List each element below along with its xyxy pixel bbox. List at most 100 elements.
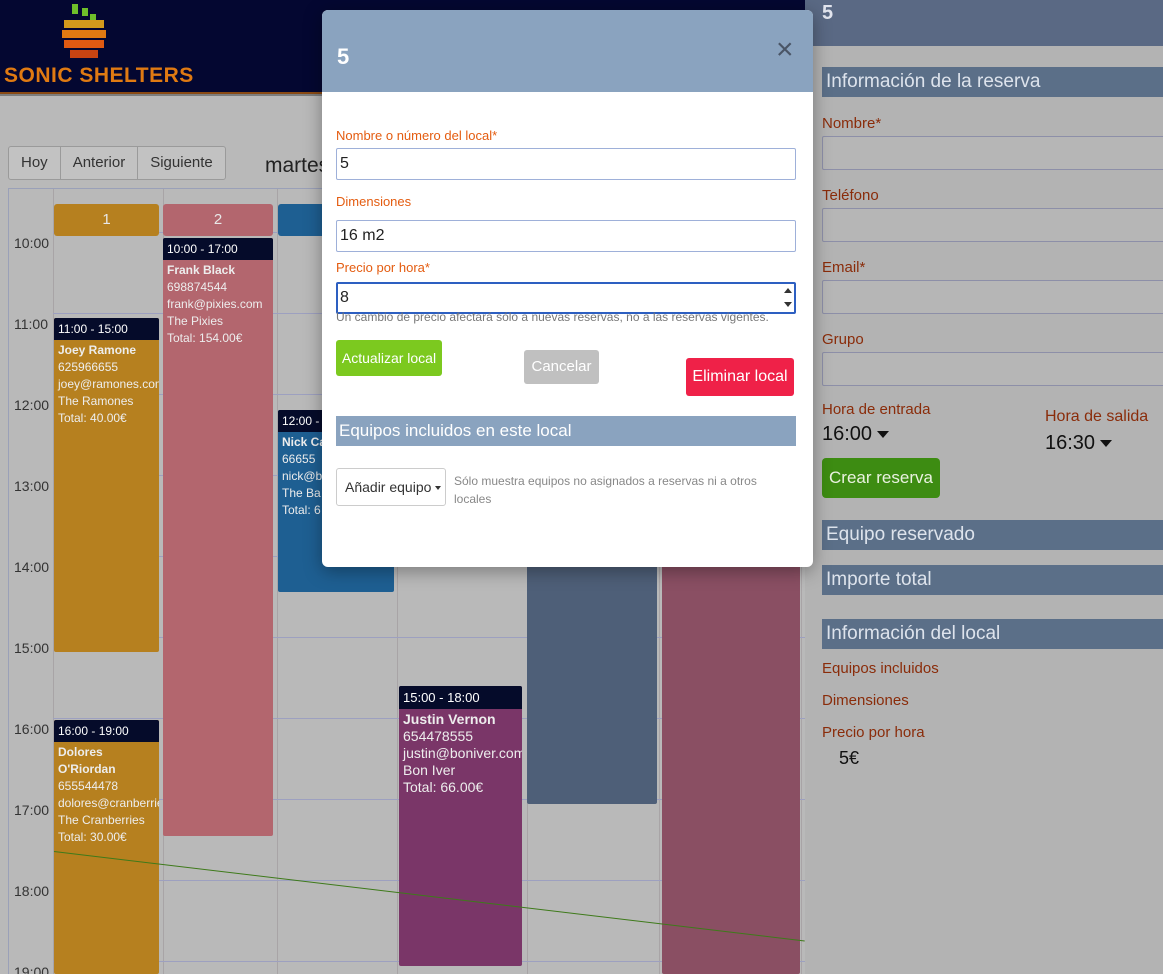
name-label: Nombre* xyxy=(822,115,882,132)
room-header-3[interactable] xyxy=(278,204,328,236)
time-label: 10:00 xyxy=(14,235,50,251)
chevron-down-icon xyxy=(877,431,890,439)
email-label: Email* xyxy=(822,259,866,276)
event-time: 11:00 - 15:00 xyxy=(54,318,159,340)
time-label: 19:00 xyxy=(14,964,50,974)
date-title: martes xyxy=(265,154,330,177)
event-name: Justin Vernon xyxy=(403,711,496,727)
price-value: 8 xyxy=(340,289,349,306)
start-time-label: Hora de entrada xyxy=(822,401,931,418)
time-label: 13:00 xyxy=(14,478,50,494)
price-help-text: Un cambio de precio afectará sólo a nuev… xyxy=(336,310,769,324)
chevron-down-icon xyxy=(1100,440,1113,448)
phone-field[interactable] xyxy=(822,208,1163,242)
name-field[interactable] xyxy=(822,136,1163,170)
delete-room-button[interactable]: Eliminar local xyxy=(686,358,794,396)
price-label: Precio por hora xyxy=(822,724,925,741)
event-joey-ramone[interactable]: 11:00 - 15:00 Joey Ramone 625966655 joey… xyxy=(54,318,159,652)
event-total: Total: 30.00€ xyxy=(58,830,127,844)
end-time-select[interactable]: 16:30 xyxy=(1045,432,1113,455)
event-total: Total: 66.00€ xyxy=(403,779,484,795)
event-phone: 698874544 xyxy=(167,280,228,294)
event-time: 15:00 - 18:00 xyxy=(399,686,522,709)
side-panel-header: 5 xyxy=(805,0,1163,46)
today-button[interactable]: Hoy xyxy=(9,147,61,179)
included-equipment-label: Equipos incluidos xyxy=(822,660,939,677)
dimensions-input[interactable]: 16 m2 xyxy=(336,220,796,252)
event-name: Dolores O'Riordan xyxy=(58,745,116,776)
event-group: The Ramones xyxy=(58,394,134,408)
event-phone: 655544478 xyxy=(58,779,119,793)
group-label: Grupo xyxy=(822,331,864,348)
time-label: 18:00 xyxy=(14,883,50,899)
number-spinner[interactable] xyxy=(778,286,792,310)
event-email: frank@pixies.com xyxy=(167,297,263,311)
end-time-value: 16:30 xyxy=(1045,432,1096,454)
side-panel-title: 5 xyxy=(822,2,834,24)
event-total: Total: 40.00€ xyxy=(58,411,127,425)
end-time-label: Hora de salida xyxy=(1045,408,1149,425)
logo-text: SONIC SHELTERS xyxy=(4,64,194,87)
add-equipment-label: Añadir equipo xyxy=(345,479,432,495)
included-equipment-section: Equipos incluidos en este local xyxy=(336,416,796,446)
time-label: 12:00 xyxy=(14,397,50,413)
next-button[interactable]: Siguiente xyxy=(138,147,225,179)
start-time-select[interactable]: 16:00 xyxy=(822,423,890,446)
event-group: The Cranberries xyxy=(58,813,145,827)
group-field[interactable] xyxy=(822,352,1163,386)
time-label: 15:00 xyxy=(14,640,50,656)
event-block[interactable] xyxy=(662,536,800,974)
event-name: Joey Ramone xyxy=(58,343,137,357)
price-value: 5€ xyxy=(839,748,860,768)
time-label: 16:00 xyxy=(14,721,50,737)
cancel-button[interactable]: Cancelar xyxy=(524,350,599,384)
spin-down-icon[interactable] xyxy=(784,302,792,307)
side-panel: 5 Información de la reserva Nombre* Telé… xyxy=(805,0,1163,974)
section-room-info: Información del local xyxy=(822,619,1163,649)
start-time-value: 16:00 xyxy=(822,423,873,445)
logo-icon xyxy=(62,4,106,58)
modal-title: 5 xyxy=(337,44,350,69)
room-header-1[interactable]: 1 xyxy=(54,204,159,236)
chevron-down-icon xyxy=(435,486,442,491)
section-reserved-equipment: Equipo reservado xyxy=(822,520,1163,550)
section-reservation-info: Información de la reserva xyxy=(822,67,1163,97)
section-total-amount: Importe total xyxy=(822,565,1163,595)
dimensions-label: Dimensiones xyxy=(822,692,909,709)
create-reservation-button[interactable]: Crear reserva xyxy=(822,458,940,498)
event-frank-black[interactable]: 10:00 - 17:00 Frank Black 698874544 fran… xyxy=(163,238,273,836)
modal-header: 5 × xyxy=(322,10,813,92)
event-group: Bon Iver xyxy=(403,762,456,778)
phone-label: Teléfono xyxy=(822,187,879,204)
add-equipment-dropdown[interactable]: Añadir equipo xyxy=(336,468,446,506)
room-header-2[interactable]: 2 xyxy=(163,204,273,236)
calendar-nav: Hoy Anterior Siguiente xyxy=(8,146,226,180)
event-email: justin@boniver.com xyxy=(403,745,522,761)
close-icon[interactable]: × xyxy=(776,35,794,65)
spin-up-icon[interactable] xyxy=(784,288,792,293)
event-block[interactable] xyxy=(527,526,657,804)
room-name-input[interactable]: 5 xyxy=(336,148,796,180)
event-group: The Pixies xyxy=(167,314,224,328)
event-total: Total: 154.00€ xyxy=(167,331,243,345)
edit-room-modal: 5 × Nombre o número del local* 5 Dimensi… xyxy=(322,10,813,567)
time-label: 11:00 xyxy=(14,316,48,332)
update-room-button[interactable]: Actualizar local xyxy=(336,340,442,376)
time-label: 14:00 xyxy=(14,559,50,575)
price-label: Precio por hora* xyxy=(336,260,430,275)
event-email: joey@ramones.com xyxy=(58,377,159,391)
event-time: 10:00 - 17:00 xyxy=(163,238,273,260)
time-label: 17:00 xyxy=(14,802,50,818)
event-email: dolores@cranberries xyxy=(58,796,159,810)
event-justin-vernon[interactable]: 15:00 - 18:00 Justin Vernon 654478555 ju… xyxy=(399,686,522,966)
event-phone: 654478555 xyxy=(403,728,474,744)
event-time: 16:00 - 19:00 xyxy=(54,720,159,742)
event-name: Frank Black xyxy=(167,263,236,277)
event-dolores[interactable]: 16:00 - 19:00 Dolores O'Riordan 65554447… xyxy=(54,720,159,974)
event-phone: 625966655 xyxy=(58,360,119,374)
equipment-note: Sólo muestra equipos no asignados a rese… xyxy=(454,474,757,506)
dimensions-label: Dimensiones xyxy=(336,194,412,209)
previous-button[interactable]: Anterior xyxy=(61,147,139,179)
room-name-label: Nombre o número del local* xyxy=(336,128,498,143)
email-field[interactable] xyxy=(822,280,1163,314)
